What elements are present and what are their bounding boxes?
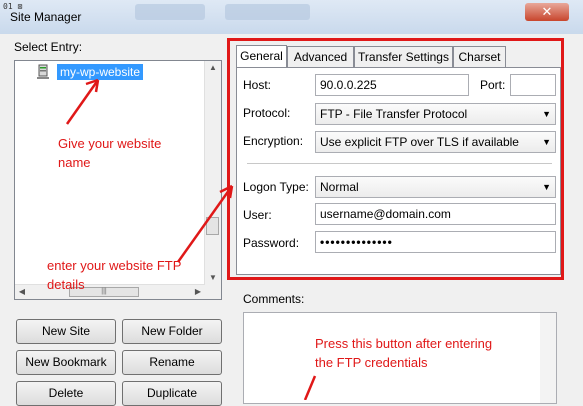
arrow-to-ftp-box	[176, 185, 234, 263]
arrow-to-button	[303, 375, 317, 400]
arrow-to-site-name	[65, 79, 100, 125]
annotation-arrows	[65, 78, 317, 400]
